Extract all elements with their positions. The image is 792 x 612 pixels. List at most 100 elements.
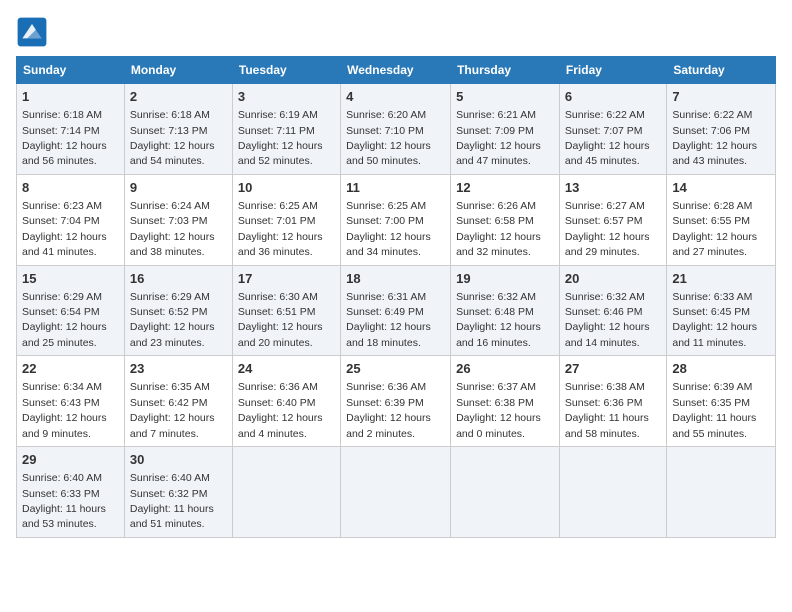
day-info: Sunrise: 6:35 AMSunset: 6:42 PMDaylight:… <box>130 381 215 439</box>
day-info: Sunrise: 6:40 AMSunset: 6:33 PMDaylight:… <box>22 472 106 530</box>
calendar-cell: 19 Sunrise: 6:32 AMSunset: 6:48 PMDaylig… <box>451 265 560 356</box>
calendar-cell: 29 Sunrise: 6:40 AMSunset: 6:33 PMDaylig… <box>17 447 125 538</box>
day-number: 24 <box>238 360 335 378</box>
calendar-cell: 10 Sunrise: 6:25 AMSunset: 7:01 PMDaylig… <box>232 174 340 265</box>
day-info: Sunrise: 6:32 AMSunset: 6:48 PMDaylight:… <box>456 291 541 349</box>
day-info: Sunrise: 6:28 AMSunset: 6:55 PMDaylight:… <box>672 200 757 258</box>
calendar-cell: 7 Sunrise: 6:22 AMSunset: 7:06 PMDayligh… <box>667 84 776 175</box>
day-info: Sunrise: 6:18 AMSunset: 7:14 PMDaylight:… <box>22 109 107 167</box>
weekday-header-saturday: Saturday <box>667 57 776 84</box>
day-number: 9 <box>130 179 227 197</box>
calendar-week-5: 29 Sunrise: 6:40 AMSunset: 6:33 PMDaylig… <box>17 447 776 538</box>
day-info: Sunrise: 6:27 AMSunset: 6:57 PMDaylight:… <box>565 200 650 258</box>
calendar: SundayMondayTuesdayWednesdayThursdayFrid… <box>16 56 776 538</box>
calendar-cell: 2 Sunrise: 6:18 AMSunset: 7:13 PMDayligh… <box>124 84 232 175</box>
logo-icon <box>16 16 48 48</box>
calendar-cell: 4 Sunrise: 6:20 AMSunset: 7:10 PMDayligh… <box>341 84 451 175</box>
day-number: 30 <box>130 451 227 469</box>
logo <box>16 16 52 48</box>
day-number: 7 <box>672 88 770 106</box>
day-number: 14 <box>672 179 770 197</box>
day-number: 22 <box>22 360 119 378</box>
header <box>16 16 776 48</box>
day-number: 27 <box>565 360 661 378</box>
weekday-header-thursday: Thursday <box>451 57 560 84</box>
day-info: Sunrise: 6:36 AMSunset: 6:40 PMDaylight:… <box>238 381 323 439</box>
calendar-cell <box>559 447 666 538</box>
calendar-week-2: 8 Sunrise: 6:23 AMSunset: 7:04 PMDayligh… <box>17 174 776 265</box>
calendar-cell: 6 Sunrise: 6:22 AMSunset: 7:07 PMDayligh… <box>559 84 666 175</box>
day-number: 3 <box>238 88 335 106</box>
day-number: 19 <box>456 270 554 288</box>
calendar-week-4: 22 Sunrise: 6:34 AMSunset: 6:43 PMDaylig… <box>17 356 776 447</box>
calendar-cell: 12 Sunrise: 6:26 AMSunset: 6:58 PMDaylig… <box>451 174 560 265</box>
calendar-cell: 18 Sunrise: 6:31 AMSunset: 6:49 PMDaylig… <box>341 265 451 356</box>
day-number: 25 <box>346 360 445 378</box>
calendar-cell: 22 Sunrise: 6:34 AMSunset: 6:43 PMDaylig… <box>17 356 125 447</box>
day-info: Sunrise: 6:22 AMSunset: 7:07 PMDaylight:… <box>565 109 650 167</box>
calendar-cell: 16 Sunrise: 6:29 AMSunset: 6:52 PMDaylig… <box>124 265 232 356</box>
calendar-cell: 20 Sunrise: 6:32 AMSunset: 6:46 PMDaylig… <box>559 265 666 356</box>
day-info: Sunrise: 6:32 AMSunset: 6:46 PMDaylight:… <box>565 291 650 349</box>
day-number: 12 <box>456 179 554 197</box>
calendar-cell: 17 Sunrise: 6:30 AMSunset: 6:51 PMDaylig… <box>232 265 340 356</box>
day-number: 23 <box>130 360 227 378</box>
day-info: Sunrise: 6:25 AMSunset: 7:00 PMDaylight:… <box>346 200 431 258</box>
day-info: Sunrise: 6:23 AMSunset: 7:04 PMDaylight:… <box>22 200 107 258</box>
calendar-cell: 15 Sunrise: 6:29 AMSunset: 6:54 PMDaylig… <box>17 265 125 356</box>
calendar-cell: 28 Sunrise: 6:39 AMSunset: 6:35 PMDaylig… <box>667 356 776 447</box>
calendar-cell: 23 Sunrise: 6:35 AMSunset: 6:42 PMDaylig… <box>124 356 232 447</box>
day-number: 1 <box>22 88 119 106</box>
day-info: Sunrise: 6:26 AMSunset: 6:58 PMDaylight:… <box>456 200 541 258</box>
calendar-cell: 27 Sunrise: 6:38 AMSunset: 6:36 PMDaylig… <box>559 356 666 447</box>
day-number: 13 <box>565 179 661 197</box>
day-number: 2 <box>130 88 227 106</box>
weekday-header-sunday: Sunday <box>17 57 125 84</box>
day-number: 10 <box>238 179 335 197</box>
day-info: Sunrise: 6:19 AMSunset: 7:11 PMDaylight:… <box>238 109 323 167</box>
day-info: Sunrise: 6:20 AMSunset: 7:10 PMDaylight:… <box>346 109 431 167</box>
day-info: Sunrise: 6:25 AMSunset: 7:01 PMDaylight:… <box>238 200 323 258</box>
day-info: Sunrise: 6:33 AMSunset: 6:45 PMDaylight:… <box>672 291 757 349</box>
calendar-cell: 24 Sunrise: 6:36 AMSunset: 6:40 PMDaylig… <box>232 356 340 447</box>
day-info: Sunrise: 6:31 AMSunset: 6:49 PMDaylight:… <box>346 291 431 349</box>
calendar-cell: 3 Sunrise: 6:19 AMSunset: 7:11 PMDayligh… <box>232 84 340 175</box>
day-number: 11 <box>346 179 445 197</box>
day-number: 6 <box>565 88 661 106</box>
calendar-cell: 30 Sunrise: 6:40 AMSunset: 6:32 PMDaylig… <box>124 447 232 538</box>
calendar-cell <box>232 447 340 538</box>
calendar-cell: 5 Sunrise: 6:21 AMSunset: 7:09 PMDayligh… <box>451 84 560 175</box>
calendar-cell <box>341 447 451 538</box>
day-info: Sunrise: 6:22 AMSunset: 7:06 PMDaylight:… <box>672 109 757 167</box>
weekday-header-monday: Monday <box>124 57 232 84</box>
day-number: 16 <box>130 270 227 288</box>
day-info: Sunrise: 6:34 AMSunset: 6:43 PMDaylight:… <box>22 381 107 439</box>
day-info: Sunrise: 6:37 AMSunset: 6:38 PMDaylight:… <box>456 381 541 439</box>
calendar-cell: 13 Sunrise: 6:27 AMSunset: 6:57 PMDaylig… <box>559 174 666 265</box>
calendar-week-3: 15 Sunrise: 6:29 AMSunset: 6:54 PMDaylig… <box>17 265 776 356</box>
calendar-cell: 9 Sunrise: 6:24 AMSunset: 7:03 PMDayligh… <box>124 174 232 265</box>
calendar-cell: 11 Sunrise: 6:25 AMSunset: 7:00 PMDaylig… <box>341 174 451 265</box>
calendar-week-1: 1 Sunrise: 6:18 AMSunset: 7:14 PMDayligh… <box>17 84 776 175</box>
day-info: Sunrise: 6:40 AMSunset: 6:32 PMDaylight:… <box>130 472 214 530</box>
day-number: 26 <box>456 360 554 378</box>
calendar-cell: 26 Sunrise: 6:37 AMSunset: 6:38 PMDaylig… <box>451 356 560 447</box>
day-number: 29 <box>22 451 119 469</box>
weekday-header-wednesday: Wednesday <box>341 57 451 84</box>
day-number: 20 <box>565 270 661 288</box>
day-number: 28 <box>672 360 770 378</box>
weekday-header-friday: Friday <box>559 57 666 84</box>
day-number: 15 <box>22 270 119 288</box>
day-number: 4 <box>346 88 445 106</box>
day-number: 5 <box>456 88 554 106</box>
calendar-cell: 14 Sunrise: 6:28 AMSunset: 6:55 PMDaylig… <box>667 174 776 265</box>
day-info: Sunrise: 6:29 AMSunset: 6:52 PMDaylight:… <box>130 291 215 349</box>
calendar-header-row: SundayMondayTuesdayWednesdayThursdayFrid… <box>17 57 776 84</box>
day-number: 21 <box>672 270 770 288</box>
day-info: Sunrise: 6:39 AMSunset: 6:35 PMDaylight:… <box>672 381 756 439</box>
calendar-cell <box>667 447 776 538</box>
day-number: 18 <box>346 270 445 288</box>
day-info: Sunrise: 6:30 AMSunset: 6:51 PMDaylight:… <box>238 291 323 349</box>
day-info: Sunrise: 6:18 AMSunset: 7:13 PMDaylight:… <box>130 109 215 167</box>
weekday-header-tuesday: Tuesday <box>232 57 340 84</box>
